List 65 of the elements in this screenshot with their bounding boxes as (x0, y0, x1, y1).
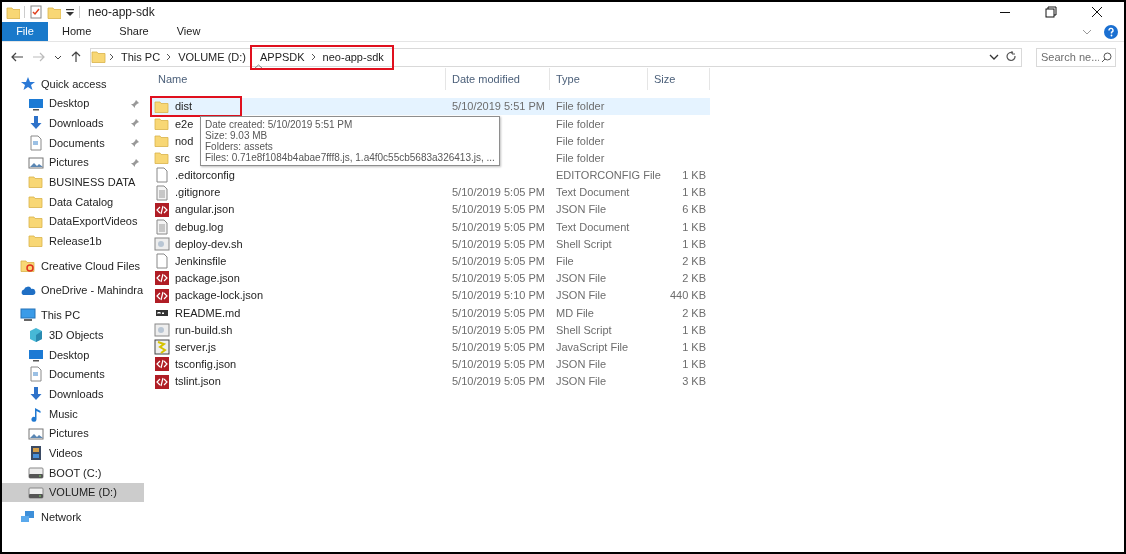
file-name: e2e (175, 116, 194, 132)
file-name: dist (175, 99, 193, 115)
file-size: 1 KB (682, 322, 706, 338)
file-type: JSON File (556, 272, 607, 285)
date-modified: 5/10/2019 5:51 PM (452, 100, 545, 113)
file-type: Shell Script (556, 237, 612, 250)
file-type: JSON File (556, 358, 607, 371)
date-modified: 5/10/2019 5:05 PM (452, 203, 545, 216)
date-modified: 5/10/2019 5:05 PM (452, 306, 545, 319)
date-modified: 5/10/2019 5:05 PM (452, 323, 545, 336)
file-name: tslint.json (175, 374, 221, 390)
file-name: .editorconfig (175, 168, 235, 184)
date-modified: 5/10/2019 5:05 PM (452, 186, 545, 199)
file-name: package.json (175, 271, 240, 287)
date-modified: 5/10/2019 5:05 PM (452, 272, 545, 285)
date-modified: 5/10/2019 5:05 PM (452, 237, 545, 250)
file-type: MD File (556, 306, 594, 319)
file-type: Text Document (556, 220, 630, 233)
file-size: 1 KB (682, 339, 706, 355)
file-name: src (175, 150, 190, 166)
file-type: JSON File (556, 375, 607, 388)
file-size: 2 KB (682, 254, 706, 270)
file-name: run-build.sh (175, 322, 233, 338)
file-name: README.md (175, 305, 241, 321)
file-name: server.js (175, 339, 216, 355)
file-size: 1 KB (682, 168, 706, 184)
file-size: 2 KB (682, 271, 706, 287)
file-name: .gitignore (175, 185, 221, 201)
file-size: 1 KB (682, 185, 706, 201)
file-name: debug.log (175, 219, 224, 235)
tooltip-line: Size: 9.03 MB (205, 130, 269, 141)
file-name: Jenkinsfile (175, 254, 227, 270)
date-modified: 5/10/2019 5:05 PM (452, 358, 545, 371)
file-type: EDITORCONFIG File (556, 169, 661, 182)
file-type: File folder (556, 117, 605, 130)
file-name: nod (175, 133, 194, 149)
tooltip-line: Files: 0.71e8f1084b4abae7fff8.js, 1.a4f0c55cb5683a326413.js, ... (205, 152, 495, 163)
file-type: JavaScript File (556, 340, 629, 353)
file-type: JSON File (556, 203, 607, 216)
file-size: 6 KB (682, 202, 706, 218)
file-name: tsconfig.json (175, 357, 237, 373)
file-size: 2 KB (682, 305, 706, 321)
file-type: File folder (556, 100, 605, 113)
file-type: File folder (556, 134, 605, 147)
window-title: neo-app-sdk (88, 4, 155, 21)
file-size: 3 KB (682, 374, 706, 390)
file-name: package-lock.json (175, 288, 264, 304)
date-modified: 5/10/2019 5:05 PM (452, 340, 545, 353)
tooltip-line: Date created: 5/10/2019 5:51 PM (205, 119, 354, 130)
date-modified: 5/10/2019 5:10 PM (452, 289, 545, 302)
file-name: deploy-dev.sh (175, 236, 243, 252)
file-size: 1 KB (682, 236, 706, 252)
tooltip-line: Folders: assets (205, 141, 274, 152)
file-type: File (556, 255, 574, 268)
file-name: angular.json (175, 202, 235, 218)
file-type: File folder (556, 151, 605, 164)
date-modified: 5/10/2019 5:05 PM (452, 255, 545, 268)
date-modified: 5/10/2019 5:05 PM (452, 220, 545, 233)
file-size: 440 KB (669, 288, 706, 304)
file-size: 1 KB (682, 219, 706, 235)
file-type: Text Document (556, 186, 630, 199)
file-type: Shell Script (556, 323, 612, 336)
file-size: 1 KB (682, 357, 706, 373)
file-type: JSON File (556, 289, 607, 302)
date-modified: 5/10/2019 5:05 PM (452, 375, 545, 388)
